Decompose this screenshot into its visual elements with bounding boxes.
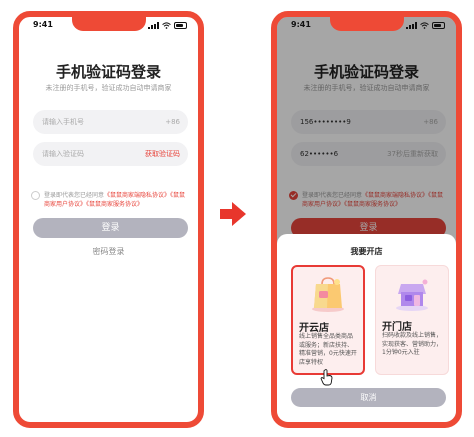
- agreement: 登录即代表您已经同意《鼠鼠商家端隐私协议》《鼠鼠商家用户协议》《鼠鼠商家服务协议…: [31, 191, 188, 209]
- cancel-button[interactable]: 取消: [291, 388, 446, 407]
- status-time: 9:41: [33, 20, 53, 29]
- open-physical-store-card[interactable]: 开门店 扫码收款及线上销售，实现获客、营销助力，1分钟0元入驻: [375, 265, 449, 375]
- country-code: +86: [165, 118, 180, 126]
- wifi-icon: [420, 22, 429, 29]
- code-input[interactable]: 请输入验证码 获取验证码: [33, 142, 188, 166]
- phone-open-store-screen: 9:41 手机验证码登录 未注册的手机号，验证成功自动申请商家 156•••••…: [271, 11, 462, 428]
- sheet-title: 我要开店: [350, 247, 383, 256]
- storefront-icon: [396, 279, 428, 311]
- signal-icon: [406, 22, 417, 29]
- login-button[interactable]: 登录: [33, 218, 188, 238]
- get-code-button[interactable]: 获取验证码: [145, 149, 180, 159]
- card-title: 开门店: [382, 322, 412, 333]
- signal-icon: [148, 22, 159, 29]
- card-description: 扫码收款及线上销售，实现获客、营销助力，1分钟0元入驻: [382, 332, 443, 356]
- open-cloud-store-card[interactable]: 开云店 线上销售全品类商品或服务；新店扶持、精准营销，0元快速开店享特权: [291, 265, 365, 375]
- card-description: 线上销售全品类商品或服务；新店扶持、精准营销，0元快速开店享特权: [299, 333, 357, 366]
- agreement-prefix: 登录即代表您已经同意: [44, 192, 105, 199]
- page-title: 手机验证码登录: [55, 63, 161, 81]
- open-store-sheet: 我要开店 开云店 线上销售全品类商品或服务；新店扶持、精准营销，0元快速开店享特…: [277, 234, 456, 422]
- card-title: 开云店: [299, 323, 329, 334]
- notch: [71, 17, 146, 31]
- notch: [329, 17, 404, 31]
- arrow-right-icon: [220, 202, 246, 226]
- agreement-checkbox[interactable]: [31, 191, 40, 200]
- service-agreement-link[interactable]: 《鼠鼠商家服务协议》: [86, 201, 143, 208]
- phone-placeholder: 请输入手机号: [42, 118, 84, 126]
- wifi-icon: [162, 22, 171, 29]
- phone-input[interactable]: 请输入手机号 +86: [33, 110, 188, 134]
- password-login-link[interactable]: 密码登录: [19, 246, 198, 257]
- battery-icon: [174, 22, 187, 29]
- page-subtitle: 未注册的手机号，验证成功自动申请商家: [45, 84, 172, 92]
- battery-icon: [432, 22, 445, 29]
- code-placeholder: 请输入验证码: [42, 150, 84, 158]
- privacy-link[interactable]: 《鼠鼠商家端隐私协议》: [104, 192, 170, 199]
- shopping-bag-icon: [312, 277, 344, 312]
- phone-login-screen: 9:41 手机验证码登录 未注册的手机号，验证成功自动申请商家 请输入手机号 +…: [13, 11, 204, 428]
- pointer-hand-icon: [320, 369, 333, 386]
- status-time: 9:41: [291, 20, 311, 29]
